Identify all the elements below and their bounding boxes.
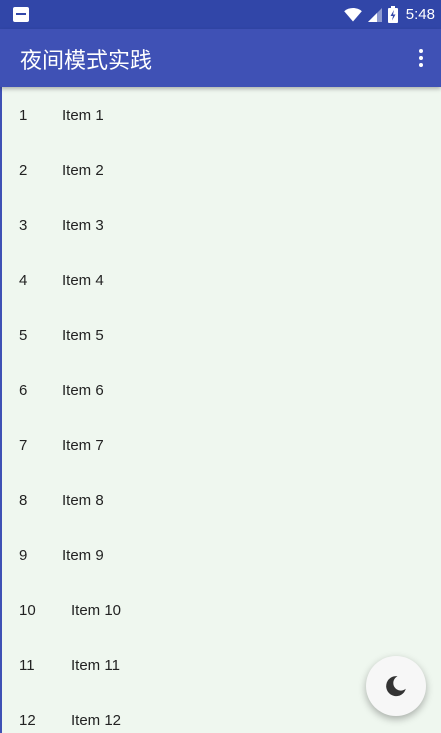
item-label: Item 4 [62,272,104,289]
item-number: 8 [19,492,28,509]
night-mode-fab[interactable] [366,656,426,716]
list-item[interactable]: 10 Item 10 [0,582,441,637]
list-item[interactable]: 3 Item 3 [0,197,441,252]
item-label: Item 6 [62,382,104,399]
item-label: Item 7 [62,437,104,454]
item-label: Item 3 [62,217,104,234]
list-item[interactable]: 6 Item 6 [0,362,441,417]
wifi-icon [343,7,362,21]
item-number: 1 [19,107,28,124]
list-item[interactable]: 4 Item 4 [0,252,441,307]
item-number: 5 [19,327,28,344]
more-vert-icon [419,49,423,53]
item-label: Item 9 [62,547,104,564]
item-label: Item 5 [62,327,104,344]
notification-icon [13,7,29,22]
more-options-button[interactable] [409,41,433,75]
battery-charging-icon [387,6,398,23]
status-bar: 5:48 [0,0,441,29]
list-item[interactable]: 1 Item 1 [0,87,441,142]
item-label: Item 11 [71,657,120,674]
list-item[interactable]: 7 Item 7 [0,417,441,472]
item-label: Item 2 [62,162,104,179]
moon-icon [386,676,406,697]
item-number: 10 [19,602,36,619]
item-number: 9 [19,547,28,564]
status-icons: 5:48 [343,0,435,29]
item-number: 4 [19,272,28,289]
app-toolbar: 夜间模式实践 [0,29,441,87]
item-list[interactable]: 1 Item 1 2 Item 2 3 Item 3 4 Item 4 5 It… [0,87,441,733]
item-label: Item 1 [62,107,104,124]
item-label: Item 8 [62,492,104,509]
list-item[interactable]: 9 Item 9 [0,527,441,582]
item-number: 6 [19,382,28,399]
list-item[interactable]: 2 Item 2 [0,142,441,197]
item-number: 7 [19,437,28,454]
item-label: Item 12 [71,712,122,729]
item-number: 11 [19,657,35,674]
list-item[interactable]: 8 Item 8 [0,472,441,527]
status-time: 5:48 [405,6,435,23]
cell-signal-icon [367,7,382,22]
item-number: 2 [19,162,28,179]
item-number: 12 [19,712,36,729]
item-number: 3 [19,217,28,234]
item-label: Item 10 [71,602,122,619]
list-item[interactable]: 5 Item 5 [0,307,441,362]
toolbar-title: 夜间模式实践 [20,49,153,74]
